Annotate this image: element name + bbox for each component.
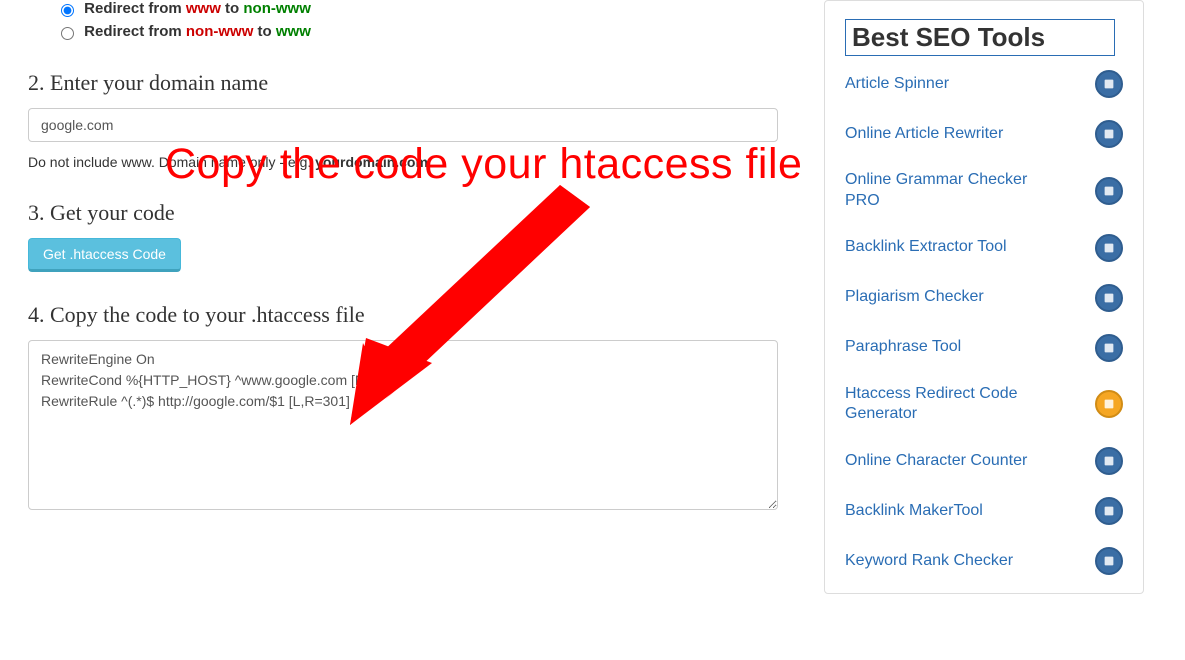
- section-2-heading: 2. Enter your domain name: [28, 70, 778, 96]
- radio1-to: non-www: [243, 0, 311, 17]
- sidebar-link[interactable]: Online Character Counter: [845, 451, 1027, 472]
- sidebar-item-keyword-rank-checker[interactable]: Keyword Rank Checker: [845, 547, 1123, 575]
- sidebar-link[interactable]: Backlink MakerTool: [845, 501, 983, 522]
- htaccess-icon: [1095, 390, 1123, 418]
- radio2-prefix: Redirect from: [84, 23, 186, 40]
- backlink-extractor-icon: [1095, 234, 1123, 262]
- domain-help-text: Do not include www. Domain name only - e…: [28, 154, 778, 170]
- radio2-to: www: [276, 23, 311, 40]
- radio-nonwww-to-www[interactable]: [61, 27, 74, 40]
- sidebar-link[interactable]: Backlink Extractor Tool: [845, 237, 1007, 258]
- sidebar-item-online-character-counter[interactable]: Online Character Counter: [845, 447, 1123, 475]
- sidebar-link[interactable]: Keyword Rank Checker: [845, 551, 1013, 572]
- sidebar-item-online-grammar-checker-pro[interactable]: Online Grammar Checker PRO: [845, 170, 1123, 212]
- sidebar-item-htaccess-redirect-code-generator[interactable]: Htaccess Redirect Code Generator: [845, 384, 1123, 426]
- radio1-mid: to: [221, 0, 244, 17]
- sidebar-item-backlink-makertool[interactable]: Backlink MakerTool: [845, 497, 1123, 525]
- paraphrase-icon: [1095, 334, 1123, 362]
- domain-help-bold: yourdomain.com: [315, 154, 428, 170]
- domain-input[interactable]: [28, 108, 778, 142]
- grammar-icon: [1095, 177, 1123, 205]
- spinner-icon: [1095, 70, 1123, 98]
- sidebar-link[interactable]: Htaccess Redirect Code Generator: [845, 384, 1065, 426]
- domain-help-prefix: Do not include www. Domain name only - e…: [28, 154, 315, 170]
- radio2-mid: to: [253, 23, 276, 40]
- sidebar-link[interactable]: Online Grammar Checker PRO: [845, 170, 1065, 212]
- redirect-option-nonwww-to-www[interactable]: Redirect from non-www to www: [56, 23, 778, 40]
- radio-label-1: Redirect from www to non-www: [84, 0, 311, 17]
- radio-www-to-nonwww[interactable]: [61, 4, 74, 17]
- rewriter-icon: [1095, 120, 1123, 148]
- radio1-prefix: Redirect from: [84, 0, 186, 17]
- plagiarism-icon: [1095, 284, 1123, 312]
- sidebar-best-seo-tools: Best SEO Tools Article Spinner Online Art…: [824, 0, 1144, 594]
- radio-label-2: Redirect from non-www to www: [84, 23, 311, 40]
- sidebar-link[interactable]: Article Spinner: [845, 74, 949, 95]
- sidebar-item-paraphrase-tool[interactable]: Paraphrase Tool: [845, 334, 1123, 362]
- sidebar-link[interactable]: Online Article Rewriter: [845, 124, 1003, 145]
- backlink-maker-icon: [1095, 497, 1123, 525]
- section-4-heading: 4. Copy the code to your .htaccess file: [28, 302, 778, 328]
- sidebar-link[interactable]: Plagiarism Checker: [845, 287, 984, 308]
- counter-icon: [1095, 447, 1123, 475]
- redirect-option-www-to-nonwww[interactable]: Redirect from www to non-www: [56, 0, 778, 17]
- sidebar-item-backlink-extractor-tool[interactable]: Backlink Extractor Tool: [845, 234, 1123, 262]
- htaccess-code-output[interactable]: [28, 340, 778, 510]
- get-htaccess-code-button[interactable]: Get .htaccess Code: [28, 238, 181, 272]
- radio1-from: www: [186, 0, 221, 17]
- radio2-from: non-www: [186, 23, 254, 40]
- sidebar-item-plagiarism-checker[interactable]: Plagiarism Checker: [845, 284, 1123, 312]
- sidebar-item-online-article-rewriter[interactable]: Online Article Rewriter: [845, 120, 1123, 148]
- sidebar-title: Best SEO Tools: [845, 19, 1115, 56]
- sidebar-item-article-spinner[interactable]: Article Spinner: [845, 70, 1123, 98]
- sidebar-link[interactable]: Paraphrase Tool: [845, 337, 961, 358]
- rank-checker-icon: [1095, 547, 1123, 575]
- section-3-heading: 3. Get your code: [28, 200, 778, 226]
